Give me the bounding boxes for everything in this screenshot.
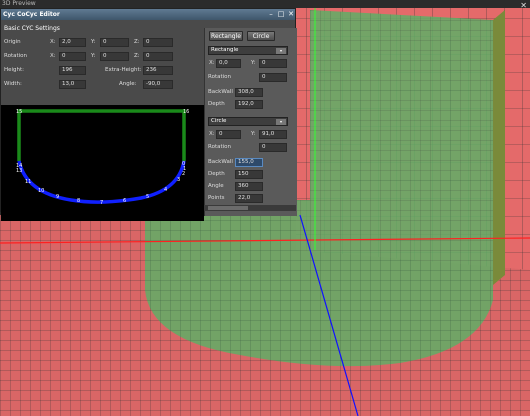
circle-rotation-input[interactable]: 0 (259, 143, 287, 152)
horizontal-scrollbar[interactable] (204, 205, 296, 211)
angle-input[interactable]: -90,0 (143, 80, 173, 89)
circle-x-label: X: (209, 131, 215, 137)
rotation-z-input[interactable]: 0 (143, 52, 173, 61)
circle-y-label: Y: (251, 131, 256, 137)
circle-rotation-label: Rotation (208, 144, 232, 150)
rectangle-button[interactable]: Rectangle (209, 31, 243, 41)
close-icon[interactable]: ✕ (520, 1, 527, 10)
extra-height-label: Extra-Height: (105, 67, 142, 73)
viewport-title: 3D Preview (2, 0, 36, 7)
circle-depth-input[interactable]: 150 (235, 170, 263, 179)
preview-arc-blue (17, 160, 186, 204)
preview-point-label: 4 (164, 187, 167, 193)
rect-x-label: X: (209, 60, 215, 66)
origin-y-label: Y: (91, 39, 96, 45)
preview-canvas: 15 161413111098 7 6543210 (16, 109, 189, 206)
rotation-y-label: Y: (91, 53, 96, 59)
rectangle-type-value: Rectangle (211, 47, 239, 53)
origin-y-input[interactable]: 0 (100, 38, 129, 47)
preview-point-label: 3 (177, 177, 180, 183)
rect-depth-input[interactable]: 192,0 (235, 100, 263, 109)
height-input[interactable]: 196 (59, 66, 86, 75)
preview-point-label: 10 (38, 188, 44, 194)
preview-point-label: 9 (56, 194, 59, 200)
origin-z-label: Z: (134, 39, 140, 45)
editor-title: Cyc CoCyc Editor (3, 11, 60, 18)
scrollbar-thumb[interactable] (208, 206, 248, 210)
circle-backwall-input[interactable]: 155,0 (235, 158, 263, 167)
rect-rotation-label: Rotation (208, 74, 232, 80)
preview-point-label: 6 (123, 198, 126, 204)
width-input[interactable]: 13,0 (59, 80, 86, 89)
rect-y-input[interactable]: 0 (259, 59, 287, 68)
preview-point-label: 15 (16, 109, 22, 115)
circle-y-input[interactable]: 91,0 (259, 130, 287, 139)
circle-angle-input[interactable]: 360 (235, 182, 263, 191)
shape-panel: Rectangle Circle Rectangle ▾ X: 0,0 Y: 0… (204, 28, 297, 216)
preview-point-label: 11 (25, 179, 31, 185)
rect-rotation-input[interactable]: 0 (259, 73, 287, 82)
origin-x-input[interactable]: 2,0 (59, 38, 86, 47)
chevron-down-icon: ▾ (276, 119, 286, 125)
circle-type-value: Circle (211, 118, 227, 124)
origin-label: Origin (4, 39, 21, 45)
preview-wall-green (17, 109, 186, 161)
extra-height-input[interactable]: 236 (143, 66, 173, 75)
circle-points-input[interactable]: 22,0 (235, 194, 263, 203)
circle-button[interactable]: Circle (247, 31, 275, 41)
preview-point-label: 0 (182, 161, 185, 167)
rectangle-type-dropdown[interactable]: Rectangle ▾ (208, 46, 288, 55)
preview-point-label: 13 (16, 168, 22, 174)
width-label: Width: (4, 81, 22, 87)
circle-angle-label: Angle (208, 183, 224, 189)
rect-backwall-input[interactable]: 308,0 (235, 88, 263, 97)
preview-point-label: 8 (77, 198, 80, 204)
editor-titlebar[interactable]: Cyc CoCyc Editor (1, 9, 295, 20)
circle-points-label: Points (208, 195, 225, 201)
section-basic-settings: Basic CYC Settings (4, 25, 60, 32)
cyc-editor-window: Cyc CoCyc Editor – □ ✕ Basic CYC Setting… (0, 8, 297, 221)
height-label: Height: (4, 67, 25, 73)
circle-x-input[interactable]: 0 (216, 130, 241, 139)
origin-x-label: X: (50, 39, 56, 45)
rotation-y-input[interactable]: 0 (100, 52, 129, 61)
rect-depth-label: Depth (208, 101, 225, 107)
rotation-label: Rotation (4, 53, 28, 59)
chevron-down-icon: ▾ (276, 48, 286, 54)
circle-type-dropdown[interactable]: Circle ▾ (208, 117, 288, 126)
minimize-icon[interactable]: – (267, 10, 275, 18)
preview-point-label: 5 (146, 194, 149, 200)
rect-y-label: Y: (251, 60, 256, 66)
cyc-preview[interactable]: 15 16 14 13 11 10 9 8 7 6 5 4 3 2 1 0 (1, 105, 204, 221)
circle-depth-label: Depth (208, 171, 225, 177)
preview-point-label: 16 (183, 109, 189, 115)
rect-backwall-label: BackWall (208, 89, 233, 95)
angle-label: Angle: (119, 81, 137, 87)
rotation-x-label: X: (50, 53, 56, 59)
rotation-z-label: Z: (134, 53, 140, 59)
preview-point-label: 7 (100, 200, 103, 206)
origin-z-input[interactable]: 0 (143, 38, 173, 47)
maximize-icon[interactable]: □ (277, 10, 285, 18)
close-icon[interactable]: ✕ (287, 10, 295, 18)
rotation-x-input[interactable]: 0 (59, 52, 86, 61)
rect-x-input[interactable]: 0,0 (216, 59, 241, 68)
circle-backwall-label: BackWall (208, 159, 233, 165)
